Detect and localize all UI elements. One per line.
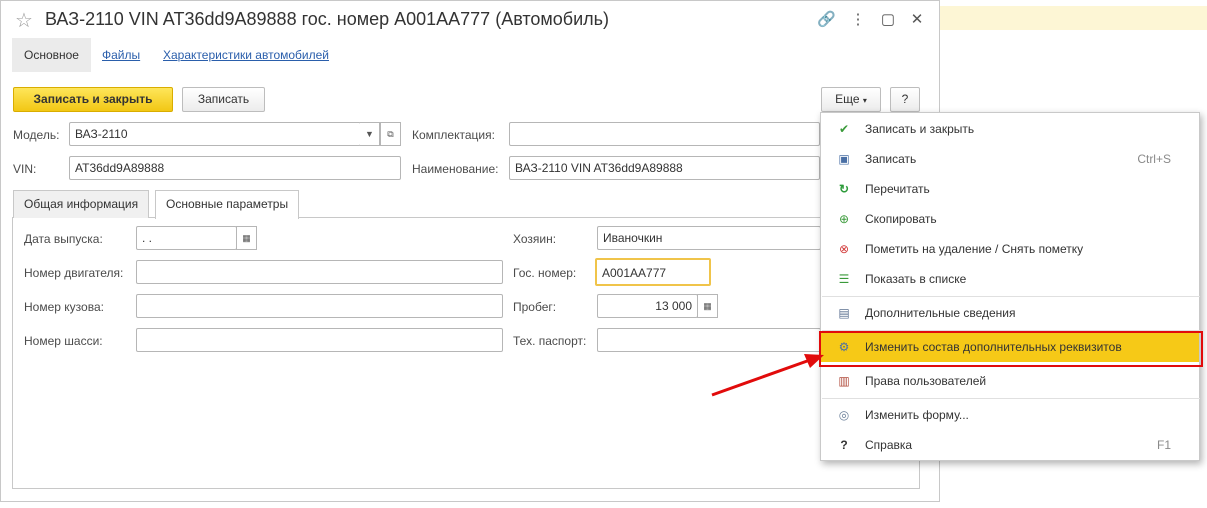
help-button[interactable]: ? xyxy=(890,87,920,112)
copy-icon: ⊕ xyxy=(838,212,850,226)
menu-item-reread[interactable]: ↻ Перечитать xyxy=(821,174,1199,204)
body-label: Номер кузова: xyxy=(24,300,104,314)
tab-general-info[interactable]: Общая информация xyxy=(13,190,150,218)
menu-item-copy[interactable]: ⊕ Скопировать xyxy=(821,204,1199,234)
plate-field[interactable]: А001АА777 xyxy=(595,258,711,286)
menu-separator xyxy=(822,296,1200,297)
plate-label: Гос. номер: xyxy=(513,266,577,280)
menu-item-edit-form[interactable]: ◎ Изменить форму... xyxy=(821,400,1199,430)
save-close-button[interactable]: Записать и закрыть xyxy=(13,87,173,112)
engine-label: Номер двигателя: xyxy=(24,266,124,280)
maximize-icon[interactable]: ▢ xyxy=(879,10,897,28)
close-icon[interactable]: ✕ xyxy=(908,10,926,28)
owner-label: Хозяин: xyxy=(513,232,557,246)
model-label: Модель: xyxy=(13,128,60,142)
tab-main[interactable]: Основное xyxy=(12,38,91,72)
more-button-label: Еще xyxy=(835,92,860,106)
open-icon[interactable]: ⧉ xyxy=(380,122,401,146)
tab-car-characteristics[interactable]: Характеристики автомобилей xyxy=(163,38,329,72)
annotation-arrow-line xyxy=(711,358,811,397)
chevron-down-icon: ▾ xyxy=(862,96,867,105)
vin-field[interactable]: AT36dd9A89888 xyxy=(69,156,401,180)
menu-item-save[interactable]: ▣ Записать Ctrl+S xyxy=(821,144,1199,174)
vin-label: VIN: xyxy=(13,162,37,176)
menu-separator xyxy=(822,398,1200,399)
annotation-arrow xyxy=(711,354,824,397)
owner-field[interactable]: Иваночкин xyxy=(597,226,821,250)
engine-field[interactable] xyxy=(136,260,503,284)
calendar-icon[interactable]: ▦ xyxy=(236,226,257,250)
kompl-field[interactable] xyxy=(509,122,820,146)
window-title: ВАЗ-2110 VIN AT36dd9A89888 гос. номер А0… xyxy=(45,9,610,29)
list-icon: ☰ xyxy=(838,272,850,286)
menu-item-additional-info[interactable]: ▤ Дополнительные сведения xyxy=(821,298,1199,328)
dropdown-arrow-icon[interactable]: ▼ xyxy=(360,122,380,146)
tab-basic-params[interactable]: Основные параметры xyxy=(155,190,300,219)
chassis-label: Номер шасси: xyxy=(24,334,103,348)
star-icon[interactable]: ☆ xyxy=(15,8,33,33)
more-menu: ✔ Записать и закрыть ▣ Записать Ctrl+S ↻… xyxy=(820,112,1200,461)
mileage-field[interactable]: 13 000 xyxy=(597,294,698,318)
form-settings-icon: ◎ xyxy=(838,408,850,422)
more-button[interactable]: Еще ▾ xyxy=(821,87,881,112)
more-icon[interactable]: ⋮ xyxy=(849,10,867,28)
annotation-highlight-box xyxy=(819,331,1203,367)
release-date-label: Дата выпуска: xyxy=(24,232,103,246)
menu-item-show-in-list[interactable]: ☰ Показать в списке xyxy=(821,264,1199,294)
model-field[interactable]: ВАЗ-2110 xyxy=(69,122,361,146)
calculator-icon[interactable]: ▦ xyxy=(697,294,718,318)
passport-label: Тех. паспорт: xyxy=(513,334,587,348)
menu-item-help[interactable]: ? Справка F1 xyxy=(821,430,1199,460)
help-icon: ? xyxy=(840,438,848,452)
save-close-icon: ✔ xyxy=(838,122,850,136)
rights-icon: ▥ xyxy=(838,374,850,388)
chassis-field[interactable] xyxy=(136,328,503,352)
delete-mark-icon: ⊗ xyxy=(838,242,850,256)
annotation-arrow-head xyxy=(804,354,824,368)
tab-files[interactable]: Файлы xyxy=(102,38,140,72)
menu-item-user-rights[interactable]: ▥ Права пользователей xyxy=(821,366,1199,396)
kompl-label: Комплектация: xyxy=(412,128,495,142)
menu-item-save-close[interactable]: ✔ Записать и закрыть xyxy=(821,114,1199,144)
release-date-field[interactable]: . . xyxy=(136,226,237,250)
floppy-icon: ▣ xyxy=(838,152,850,166)
mileage-label: Пробег: xyxy=(513,300,557,314)
name-field[interactable]: ВАЗ-2110 VIN AT36dd9A89888 xyxy=(509,156,820,180)
info-doc-icon: ▤ xyxy=(838,306,850,320)
save-button[interactable]: Записать xyxy=(182,87,265,112)
background-strip xyxy=(940,6,1207,30)
name-label: Наименование: xyxy=(412,162,499,176)
body-field[interactable] xyxy=(136,294,503,318)
menu-item-mark-delete[interactable]: ⊗ Пометить на удаление / Снять пометку xyxy=(821,234,1199,264)
link-icon[interactable]: 🔗 xyxy=(817,10,836,28)
refresh-icon: ↻ xyxy=(838,182,850,196)
